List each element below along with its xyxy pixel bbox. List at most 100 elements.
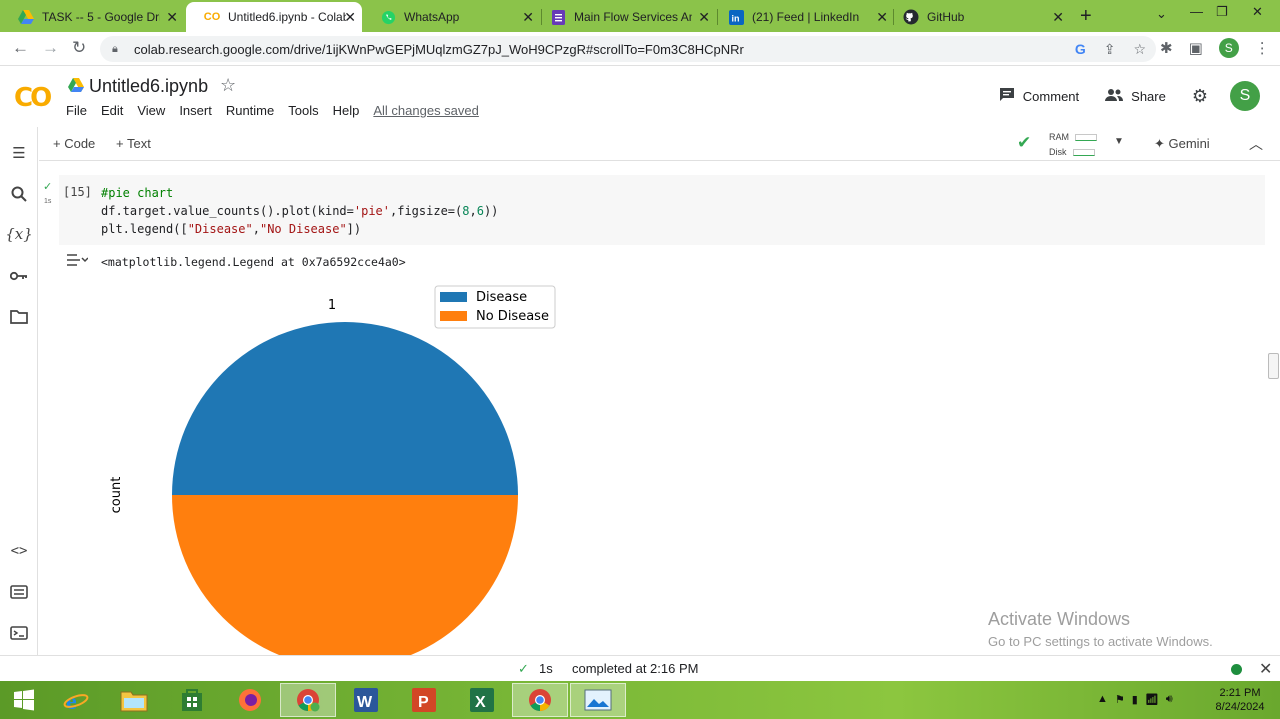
menu-edit[interactable]: Edit	[101, 103, 123, 118]
menu-runtime[interactable]: Runtime	[226, 103, 274, 118]
reload-icon[interactable]: ↻	[72, 38, 86, 58]
legend-swatch-disease	[440, 292, 467, 302]
profile-avatar[interactable]: S	[1218, 38, 1239, 58]
close-icon[interactable]: ✕	[166, 9, 178, 25]
close-icon[interactable]: ✕	[876, 9, 888, 25]
address-bar[interactable]: 🔒︎ colab.research.google.com/drive/1ijKW…	[100, 36, 1156, 62]
taskbar-clock[interactable]: 2:21 PM 8/24/2024	[1210, 686, 1270, 714]
menu-insert[interactable]: Insert	[179, 103, 212, 118]
code-token: 6	[476, 204, 484, 218]
tab-linkedin[interactable]: in (21) Feed | LinkedIn ✕	[718, 2, 894, 32]
collapse-header-icon[interactable]: ︿	[1249, 134, 1263, 154]
back-arrow-icon[interactable]: ←	[12, 38, 29, 58]
menu-bar: File Edit View Insert Runtime Tools Help…	[66, 103, 479, 118]
gemini-button[interactable]: ✦ Gemini	[1154, 136, 1210, 152]
close-icon[interactable]: ✕	[522, 9, 534, 25]
watermark-subtitle: Go to PC settings to activate Windows.	[988, 634, 1213, 649]
pie-slices	[172, 322, 518, 655]
cell-run-status[interactable]: ✓ 1s	[43, 182, 52, 207]
store-icon[interactable]	[164, 683, 220, 717]
clock-time: 2:21 PM	[1219, 687, 1261, 699]
folder-icon[interactable]	[9, 307, 29, 327]
file-explorer-icon[interactable]	[106, 683, 162, 717]
completion-time[interactable]: completed at 2:16 PM	[572, 661, 698, 676]
add-code-button[interactable]: + Code	[53, 136, 95, 151]
windows-taskbar: e W P X ▲ ⚑ ▮ 📶︎ 🔊︎ 2:21 PM 8/24/2024	[0, 681, 1280, 719]
menu-view[interactable]: View	[137, 103, 165, 118]
colab-logo[interactable]: CO	[14, 83, 52, 113]
run-duration: 1s	[539, 661, 553, 676]
close-icon[interactable]: ✕	[344, 9, 356, 25]
code-editor[interactable]: #pie chart df.target.value_counts().plot(…	[101, 184, 498, 238]
powerpoint-icon[interactable]: P	[396, 683, 452, 717]
share-label: Share	[1131, 88, 1166, 104]
google-drive-icon	[68, 78, 84, 97]
tab-search-chevron-icon[interactable]: ⌄	[1156, 6, 1167, 22]
new-tab-button[interactable]: +	[1080, 5, 1092, 28]
settings-gear-icon[interactable]: ⚙	[1192, 86, 1208, 107]
signal-icon[interactable]: 📶︎	[1145, 693, 1159, 706]
account-avatar[interactable]: S	[1230, 81, 1260, 111]
svg-text:in: in	[731, 13, 739, 23]
close-window-button[interactable]: ✕	[1252, 4, 1263, 20]
tab-colab[interactable]: CO Untitled6.ipynb - Colab ✕	[186, 2, 362, 32]
scrollbar-thumb[interactable]	[1268, 353, 1279, 379]
word-icon[interactable]: W	[338, 683, 394, 717]
internet-explorer-icon[interactable]: e	[48, 683, 104, 717]
forward-arrow-icon[interactable]: →	[42, 38, 59, 58]
close-status-icon[interactable]: ✕	[1259, 659, 1272, 679]
firefox-icon[interactable]	[222, 683, 278, 717]
share-button[interactable]: Share	[1105, 88, 1166, 105]
volume-icon[interactable]: 🔊︎	[1166, 693, 1173, 706]
share-page-icon[interactable]: ⇪	[1104, 41, 1116, 58]
google-drive-icon	[18, 9, 34, 25]
runtime-status-dot	[1231, 664, 1242, 675]
start-windows-icon[interactable]	[0, 683, 48, 717]
secrets-key-icon[interactable]	[9, 266, 29, 286]
side-panel-icon[interactable]: ▣	[1189, 39, 1203, 57]
menu-help[interactable]: Help	[333, 103, 360, 118]
system-tray: ▲ ⚑ ▮ 📶︎ 🔊︎	[1097, 693, 1173, 706]
resource-monitor[interactable]: RAM Disk	[1049, 130, 1097, 160]
minimize-button[interactable]: —	[1190, 4, 1203, 19]
browser-tab-strip: TASK -- 5 - Google Driv ✕ CO Untitled6.i…	[0, 0, 1280, 32]
tab-whatsapp[interactable]: WhatsApp ✕	[362, 2, 540, 32]
tab-github[interactable]: GitHub ✕	[894, 2, 1070, 32]
flag-icon[interactable]: ⚑	[1115, 693, 1125, 706]
comment-button[interactable]: Comment	[999, 87, 1079, 105]
runtime-dropdown-icon[interactable]: ▼	[1114, 136, 1124, 147]
cell-duration: 1s	[44, 198, 52, 205]
save-status[interactable]: All changes saved	[373, 103, 479, 118]
google-icon[interactable]: G	[1075, 41, 1086, 58]
menu-tools[interactable]: Tools	[288, 103, 318, 118]
notebook-title[interactable]: Untitled6.ipynb	[89, 76, 208, 97]
colab-icon: CO	[203, 11, 221, 23]
add-text-button[interactable]: + Text	[116, 136, 151, 151]
close-icon[interactable]: ✕	[1052, 9, 1064, 25]
table-of-contents-icon[interactable]: ☰	[9, 143, 29, 163]
excel-icon[interactable]: X	[454, 683, 510, 717]
extensions-puzzle-icon[interactable]: ✱	[1160, 39, 1173, 57]
show-hidden-icons-icon[interactable]: ▲	[1097, 693, 1108, 706]
tab-main-flow[interactable]: Main Flow Services And ✕	[542, 2, 716, 32]
code-cell[interactable]: [15] #pie chart df.target.value_counts().…	[59, 175, 1265, 245]
restore-button[interactable]: ❐	[1216, 4, 1228, 20]
command-palette-icon[interactable]	[9, 582, 29, 602]
code-token: "No Disease"	[259, 222, 347, 236]
search-icon[interactable]	[9, 184, 29, 204]
chrome-profile-icon[interactable]	[280, 683, 336, 717]
close-icon[interactable]: ✕	[698, 9, 710, 25]
browser-menu-icon[interactable]: ⋮	[1255, 39, 1270, 57]
photos-icon[interactable]	[570, 683, 626, 717]
battery-icon[interactable]: ▮	[1132, 693, 1138, 706]
tab-google-drive[interactable]: TASK -- 5 - Google Driv ✕	[0, 2, 184, 32]
chrome-icon[interactable]	[512, 683, 568, 717]
menu-file[interactable]: File	[66, 103, 87, 118]
code-snippets-icon[interactable]: <>	[9, 541, 29, 561]
whatsapp-icon	[380, 9, 396, 25]
star-icon[interactable]: ☆	[220, 75, 236, 96]
terminal-icon[interactable]	[9, 623, 29, 643]
output-actions-icon[interactable]	[66, 253, 89, 270]
variables-icon[interactable]: {x}	[5, 224, 33, 244]
bookmark-star-icon[interactable]: ☆	[1133, 41, 1146, 58]
